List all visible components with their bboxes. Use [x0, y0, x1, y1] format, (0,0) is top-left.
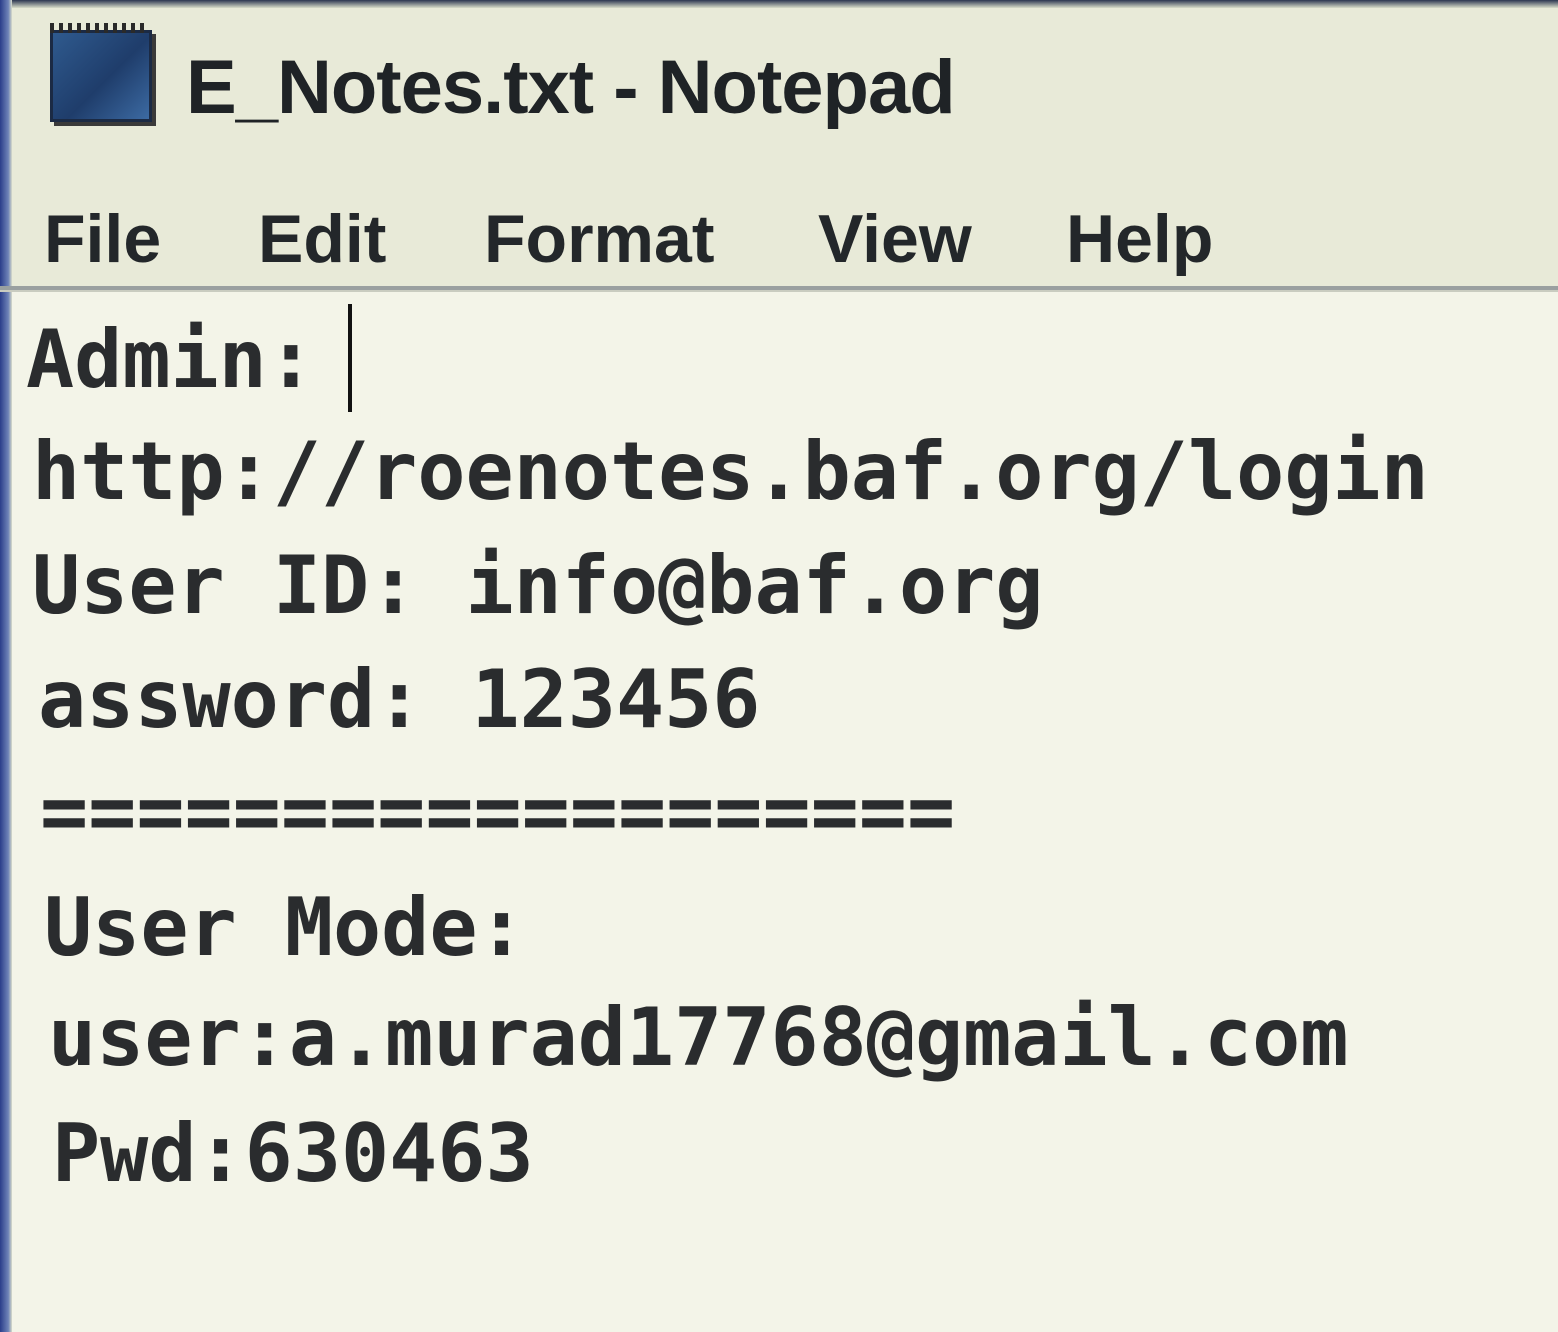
window-title: E_Notes.txt - Notepad — [186, 45, 956, 130]
menu-edit[interactable]: Edit — [258, 200, 386, 278]
title-bar[interactable]: E_Notes.txt - Notepad — [12, 8, 1558, 178]
menu-file[interactable]: File — [44, 200, 161, 278]
window-top-edge — [0, 0, 1558, 8]
editor-line[interactable]: assword: 123456 — [38, 660, 760, 740]
editor-line[interactable]: Admin: — [26, 320, 315, 400]
notepad-window: E_Notes.txt - Notepad File Edit Format V… — [0, 0, 1558, 1332]
menu-bar: File Edit Format View Help — [12, 178, 1558, 288]
editor-line[interactable]: user:a.murad17768@gmail.com — [48, 998, 1348, 1078]
editor-line[interactable]: Pwd:630463 — [52, 1114, 534, 1194]
editor-line[interactable]: http://roenotes.baf.org/login — [32, 432, 1429, 512]
editor-line[interactable]: User ID: info@baf.org — [32, 546, 1043, 626]
menu-view[interactable]: View — [818, 200, 972, 278]
notepad-icon[interactable] — [50, 23, 152, 122]
menu-help[interactable]: Help — [1066, 200, 1213, 278]
editor-line[interactable]: User Mode: — [44, 888, 526, 968]
text-caret — [348, 304, 352, 412]
window-left-edge — [0, 0, 12, 1332]
editor-line[interactable]: =================== — [40, 772, 955, 852]
text-editor-area[interactable]: Admin: http://roenotes.baf.org/login Use… — [12, 292, 1558, 1332]
menu-format[interactable]: Format — [484, 200, 714, 278]
